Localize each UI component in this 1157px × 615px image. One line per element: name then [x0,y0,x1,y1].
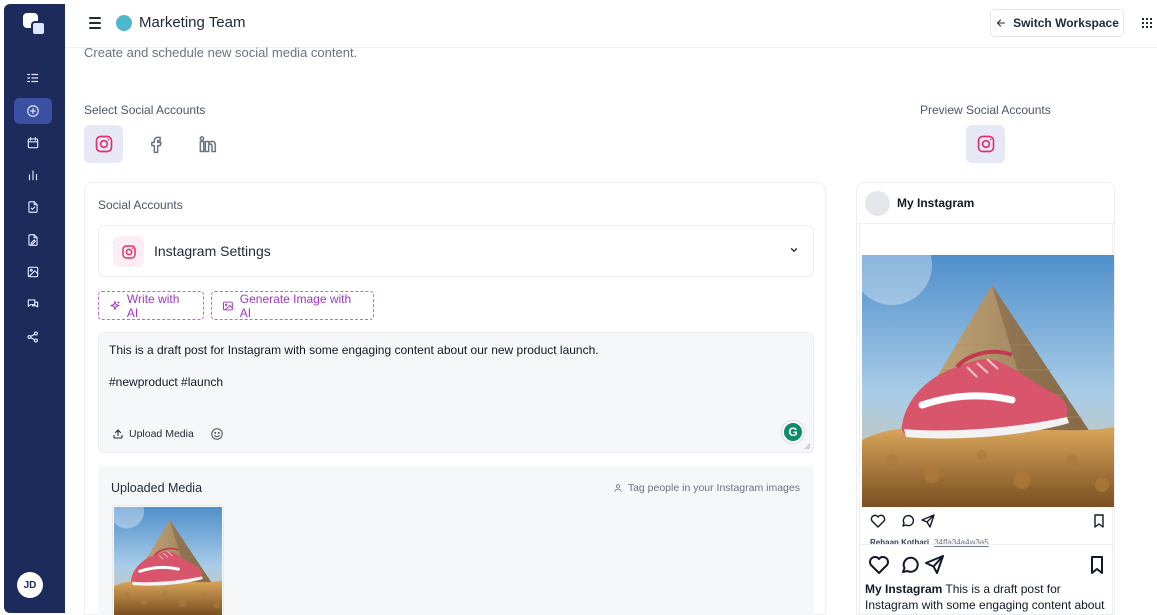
account-instagram-button[interactable] [84,125,123,163]
heart-icon [869,556,889,574]
sidebar-item-media[interactable] [14,259,52,285]
list-icon [27,73,39,83]
sidebar-item-calendar[interactable] [14,130,52,156]
document-edit-icon [28,234,38,246]
post-text-editor[interactable]: This is a draft post for Instagram with … [98,332,814,453]
sidebar-item-messages[interactable] [14,291,52,317]
document-icon [28,201,38,213]
sidebar-item-drafts[interactable] [14,227,52,253]
calendar-icon [27,137,39,149]
composer-card: Social Accounts Instagram Settings Write… [84,182,826,615]
plus-circle-icon [27,105,39,117]
heart-icon [870,514,886,528]
emoji-icon[interactable] [210,427,224,441]
preview-post-image [862,255,1114,507]
upload-media-button[interactable]: Upload Media [112,428,194,440]
preview-instagram-button[interactable] [966,125,1005,163]
sidebar-item-documents[interactable] [14,194,52,220]
instagram-settings-icon-wrap [113,236,144,267]
facebook-icon [150,136,162,154]
app-logo[interactable] [23,13,47,37]
write-with-ai-button[interactable]: Write with AI [98,291,204,320]
resize-handle-icon[interactable] [804,443,811,450]
bookmark-icon [1094,514,1104,528]
grammarly-icon[interactable]: G [782,421,804,443]
switch-workspace-button[interactable]: Switch Workspace [990,9,1124,37]
instagram-icon [977,135,994,153]
preview-accounts-label: Preview Social Accounts [920,103,1051,117]
select-accounts-label: Select Social Accounts [84,103,206,117]
sparkle-icon [110,300,120,310]
image-icon [27,266,39,278]
share-icon [27,331,38,343]
chevron-down-icon [790,248,798,252]
comment-icon [902,514,915,527]
instagram-icon [95,135,112,153]
apps-grid-icon[interactable] [1142,18,1152,28]
uploaded-media-title: Uploaded Media [111,481,203,495]
bookmark-icon [1091,556,1103,574]
app-window: JD Marketing Team Switch Workspace Creat… [0,0,1157,615]
shoe-image [862,255,1114,507]
generate-image-ai-button[interactable]: Generate Image with AI [211,291,374,320]
page-subtitle: Create and schedule new social media con… [84,45,358,60]
account-facebook-button[interactable] [136,125,175,163]
comment-icon [902,556,919,573]
upload-icon [113,429,123,439]
preview-small-user-line: Rehaan Kothari 34ffa34a4w3a5 [870,538,989,547]
menu-icon[interactable] [89,17,101,29]
user-avatar[interactable]: JD [17,572,43,598]
preview-section-divider [860,544,1114,545]
sidebar-item-list[interactable] [14,65,52,91]
social-accounts-label: Social Accounts [98,198,183,212]
linkedin-icon [199,136,216,153]
upload-media-label: Upload Media [129,428,194,440]
sidebar: JD [4,4,65,613]
uploaded-media-thumbnail[interactable] [112,505,224,615]
instagram-settings-accordion[interactable]: Instagram Settings [98,225,814,277]
user-icon [614,484,622,492]
instagram-preview: My Instagram Rehaan Kothari 34ffa34a4w3a5 [856,182,1115,615]
chat-icon [27,299,39,308]
sidebar-item-analytics[interactable] [14,162,52,188]
uploaded-media-section: Uploaded Media Tag people in your Instag… [98,466,814,615]
shoe-image [114,507,222,615]
preview-avatar [865,191,890,216]
tag-people-link[interactable]: Tag people in your Instagram images [613,482,800,494]
preview-small-user: Rehaan Kothari [870,538,930,547]
team-name: Marketing Team [139,14,246,31]
top-bar: Marketing Team Switch Workspace [65,0,1157,48]
preview-caption-user: My Instagram [865,582,943,596]
send-icon [921,514,935,528]
bar-chart-icon [28,170,38,181]
image-icon [222,301,233,310]
preview-small-handle: 34ffa34a4w3a5 [934,538,989,547]
tag-people-label: Tag people in your Instagram images [627,482,800,494]
post-text[interactable]: This is a draft post for Instagram with … [109,342,599,390]
preview-account-name: My Instagram [897,196,975,210]
preview-small-actions [870,514,1104,528]
instagram-settings-title: Instagram Settings [154,243,271,259]
sidebar-item-create[interactable] [14,98,52,124]
sidebar-item-share[interactable] [14,324,52,350]
switch-workspace-label: Switch Workspace [1013,16,1119,30]
write-with-ai-label: Write with AI [126,291,180,320]
arrow-left-icon [997,19,1006,27]
account-linkedin-button[interactable] [187,125,226,163]
preview-caption: My Instagram This is a draft post for Ins… [865,581,1109,613]
team-avatar [116,15,132,31]
preview-large-actions [869,555,1103,574]
instagram-icon [121,244,136,259]
generate-image-ai-label: Generate Image with AI [239,291,352,320]
send-icon [925,555,944,574]
preview-post-frame: Rehaan Kothari 34ffa34a4w3a5 [859,224,1114,614]
